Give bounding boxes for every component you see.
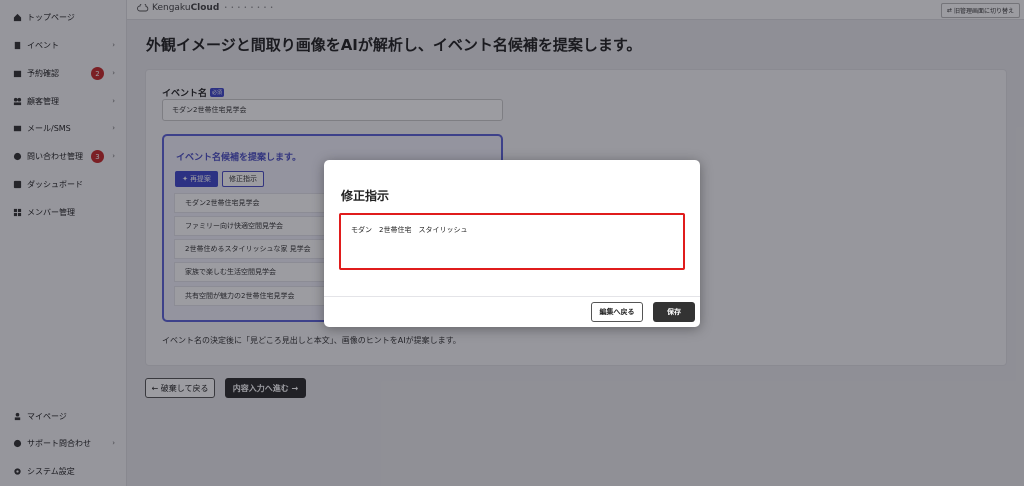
return-to-edit-button[interactable]: 編集へ戻る bbox=[591, 302, 643, 322]
fix-instruction-textarea[interactable]: モダン 2世帯住宅 スタイリッシュ bbox=[339, 213, 685, 270]
modal-title: 修正指示 bbox=[341, 189, 390, 203]
save-button[interactable]: 保存 bbox=[653, 302, 695, 322]
modal-divider bbox=[324, 296, 700, 297]
fix-instruction-modal: 修正指示 モダン 2世帯住宅 スタイリッシュ 編集へ戻る 保存 bbox=[324, 160, 700, 327]
